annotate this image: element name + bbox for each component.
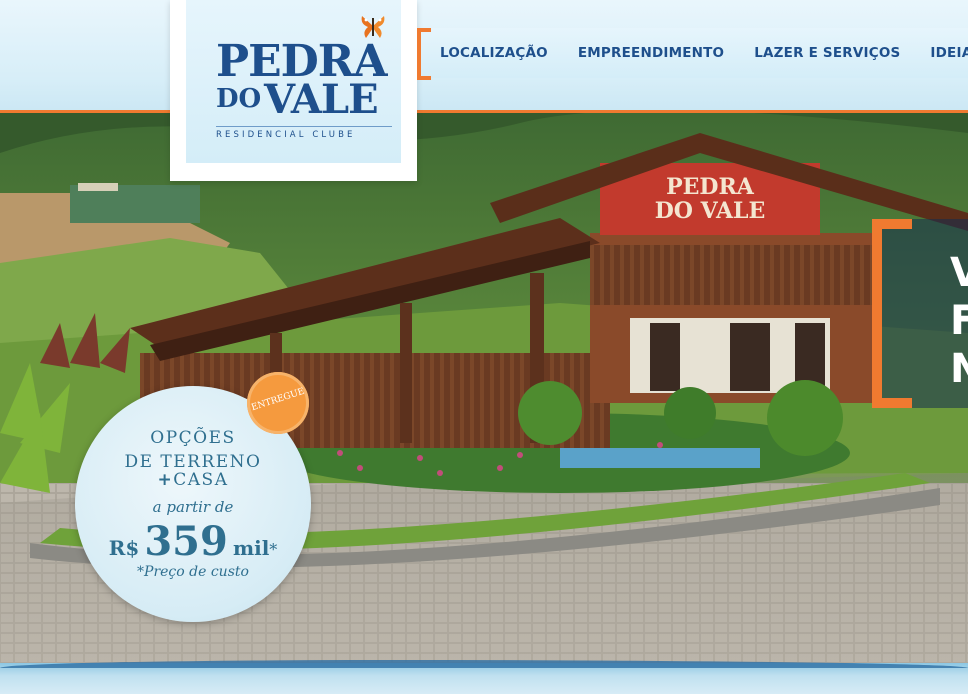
- nav-item-ideias-de[interactable]: IDEIAS DE: [930, 45, 968, 61]
- nav-item-localizacao[interactable]: LOCALIZAÇÃO: [440, 45, 548, 61]
- price-unit: mil: [232, 536, 270, 560]
- badge-footnote: *Preço de custo: [137, 564, 249, 580]
- logo-word-do: DO: [216, 84, 262, 114]
- badge-price: R$ 359 mil*: [75, 518, 311, 565]
- badge-line-a-partir-de: a partir de: [152, 498, 234, 516]
- teaser-line-2: F: [950, 298, 968, 344]
- nav-items: LOCALIZAÇÃO EMPREENDIMENTO LAZER E SERVI…: [440, 45, 968, 61]
- header-divider: [0, 110, 968, 113]
- logo-card[interactable]: PEDRA DO VALE RESIDENCIAL CLUBE: [170, 0, 417, 181]
- badge-line-casa: +CASA: [75, 470, 311, 490]
- nav-item-empreendimento[interactable]: EMPREENDIMENTO: [578, 45, 724, 61]
- nav-item-lazer-e-servicos[interactable]: LAZER E SERVIÇOS: [754, 45, 900, 61]
- sign-line-1: PEDRA: [666, 174, 754, 200]
- hero-teaser-box[interactable]: V F N: [872, 219, 968, 408]
- nav-bracket: [417, 28, 431, 80]
- price-currency: R$: [108, 536, 140, 560]
- price-asterisk: *: [269, 540, 278, 559]
- logo-word-vale: VALE: [264, 76, 379, 123]
- main-nav: LOCALIZAÇÃO EMPREENDIMENTO LAZER E SERVI…: [417, 28, 968, 80]
- teaser-text: V F N: [950, 249, 968, 393]
- teaser-line-1: V: [950, 250, 968, 296]
- plus-icon: +: [157, 470, 174, 490]
- seal-label: ENTREGUE: [250, 386, 306, 414]
- delivered-seal: ENTREGUE: [247, 372, 309, 434]
- logo[interactable]: PEDRA DO VALE RESIDENCIAL CLUBE: [186, 0, 401, 163]
- price-amount: 359: [144, 518, 228, 565]
- teaser-line-3: N: [950, 346, 968, 392]
- badge-line-terreno: DE TERRENO: [124, 452, 262, 472]
- butterfly-icon: [361, 16, 385, 38]
- teaser-bracket: [872, 219, 912, 408]
- logo-subtitle: RESIDENCIAL CLUBE: [216, 126, 392, 140]
- building-sign: PEDRA DO VALE: [600, 175, 820, 223]
- sign-line-2: DO VALE: [654, 198, 766, 224]
- badge-casa-label: CASA: [173, 470, 229, 490]
